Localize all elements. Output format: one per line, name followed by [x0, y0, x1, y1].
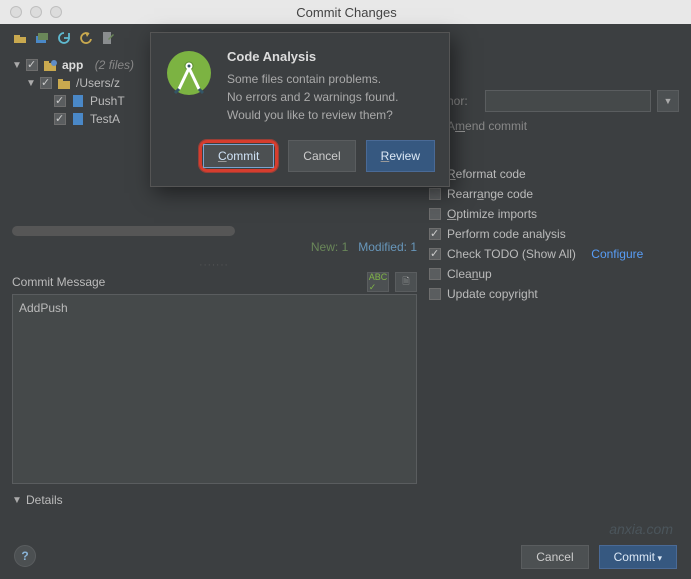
tree-folder-label: /Users/z	[76, 76, 120, 90]
expand-arrow-icon[interactable]: ▼	[26, 78, 36, 89]
copyright-label: Update copyright	[447, 287, 538, 301]
cleanup-label: Cleanup	[447, 267, 492, 281]
horizontal-scrollbar[interactable]	[12, 226, 235, 236]
configure-link[interactable]: Configure	[591, 247, 643, 261]
chevron-down-icon: ▼	[12, 495, 22, 506]
history-button[interactable]: 🗎	[395, 272, 417, 292]
checkbox[interactable]	[26, 59, 38, 71]
resize-grip[interactable]: ∙∙∙∙∙∙∙	[12, 260, 417, 270]
tree-file-label: TestA	[90, 112, 120, 126]
folder-icon	[56, 75, 72, 91]
window-controls	[0, 6, 62, 18]
details-label: Details	[26, 493, 63, 507]
tree-root-suffix: (2 files)	[95, 58, 134, 72]
module-icon	[42, 57, 58, 73]
todo-label: Check TODO (Show All)	[447, 247, 576, 261]
window-title: Commit Changes	[62, 5, 631, 20]
reformat-label: Reformat code	[447, 167, 526, 181]
options-panel: Author: ▼ Amend commit Reformat code Rea…	[429, 52, 679, 513]
dialog-commit-button[interactable]: Commit	[203, 144, 274, 168]
dialog-cancel-button[interactable]: Cancel	[288, 140, 355, 172]
expand-arrow-icon[interactable]: ▼	[12, 60, 22, 71]
checkbox[interactable]	[54, 113, 66, 125]
spellcheck-button[interactable]: ABC✓	[367, 272, 389, 292]
optimize-label: Optimize imports	[447, 207, 537, 221]
checkbox-copyright[interactable]	[429, 288, 441, 300]
checkbox-rearrange[interactable]	[429, 188, 441, 200]
changelist-icon[interactable]	[12, 30, 28, 46]
revert-icon[interactable]	[78, 30, 94, 46]
group-icon[interactable]	[34, 30, 50, 46]
watermark: anxia.com	[609, 521, 673, 537]
commit-button[interactable]: Commit	[599, 545, 677, 569]
rearrange-label: Rearrange code	[447, 187, 533, 201]
checkbox-todo[interactable]	[429, 248, 441, 260]
checkbox[interactable]	[40, 77, 52, 89]
dialog-title: Code Analysis	[227, 49, 398, 64]
titlebar: Commit Changes	[0, 0, 691, 24]
checkbox-optimize[interactable]	[429, 208, 441, 220]
android-studio-icon	[165, 49, 213, 97]
author-select[interactable]	[485, 90, 651, 112]
checkbox-cleanup[interactable]	[429, 268, 441, 280]
commit-message-input[interactable]	[12, 294, 417, 484]
close-dot[interactable]	[10, 6, 22, 18]
details-toggle[interactable]: ▼ Details	[12, 487, 417, 513]
dialog-text: Some files contain problems. No errors a…	[227, 70, 398, 124]
help-button[interactable]: ?	[14, 545, 36, 567]
change-stats: New: 1 Modified: 1	[12, 238, 417, 260]
refresh-icon[interactable]	[56, 30, 72, 46]
zoom-dot[interactable]	[50, 6, 62, 18]
author-dropdown-button[interactable]: ▼	[657, 90, 679, 112]
minimize-dot[interactable]	[30, 6, 42, 18]
tree-root-label: app	[62, 58, 83, 72]
cancel-button[interactable]: Cancel	[521, 545, 588, 569]
amend-label: Amend commit	[447, 119, 527, 133]
commit-highlight: Commit	[199, 140, 278, 172]
file-icon	[70, 111, 86, 127]
tree-file-label: PushT	[90, 94, 125, 108]
analysis-label: Perform code analysis	[447, 227, 566, 241]
commit-message-label: Commit Message	[12, 275, 105, 289]
code-analysis-dialog: Code Analysis Some files contain problem…	[150, 32, 450, 187]
edit-icon[interactable]	[100, 30, 116, 46]
file-icon	[70, 93, 86, 109]
dialog-review-button[interactable]: Review	[366, 140, 435, 172]
checkbox[interactable]	[54, 95, 66, 107]
checkbox-analysis[interactable]	[429, 228, 441, 240]
